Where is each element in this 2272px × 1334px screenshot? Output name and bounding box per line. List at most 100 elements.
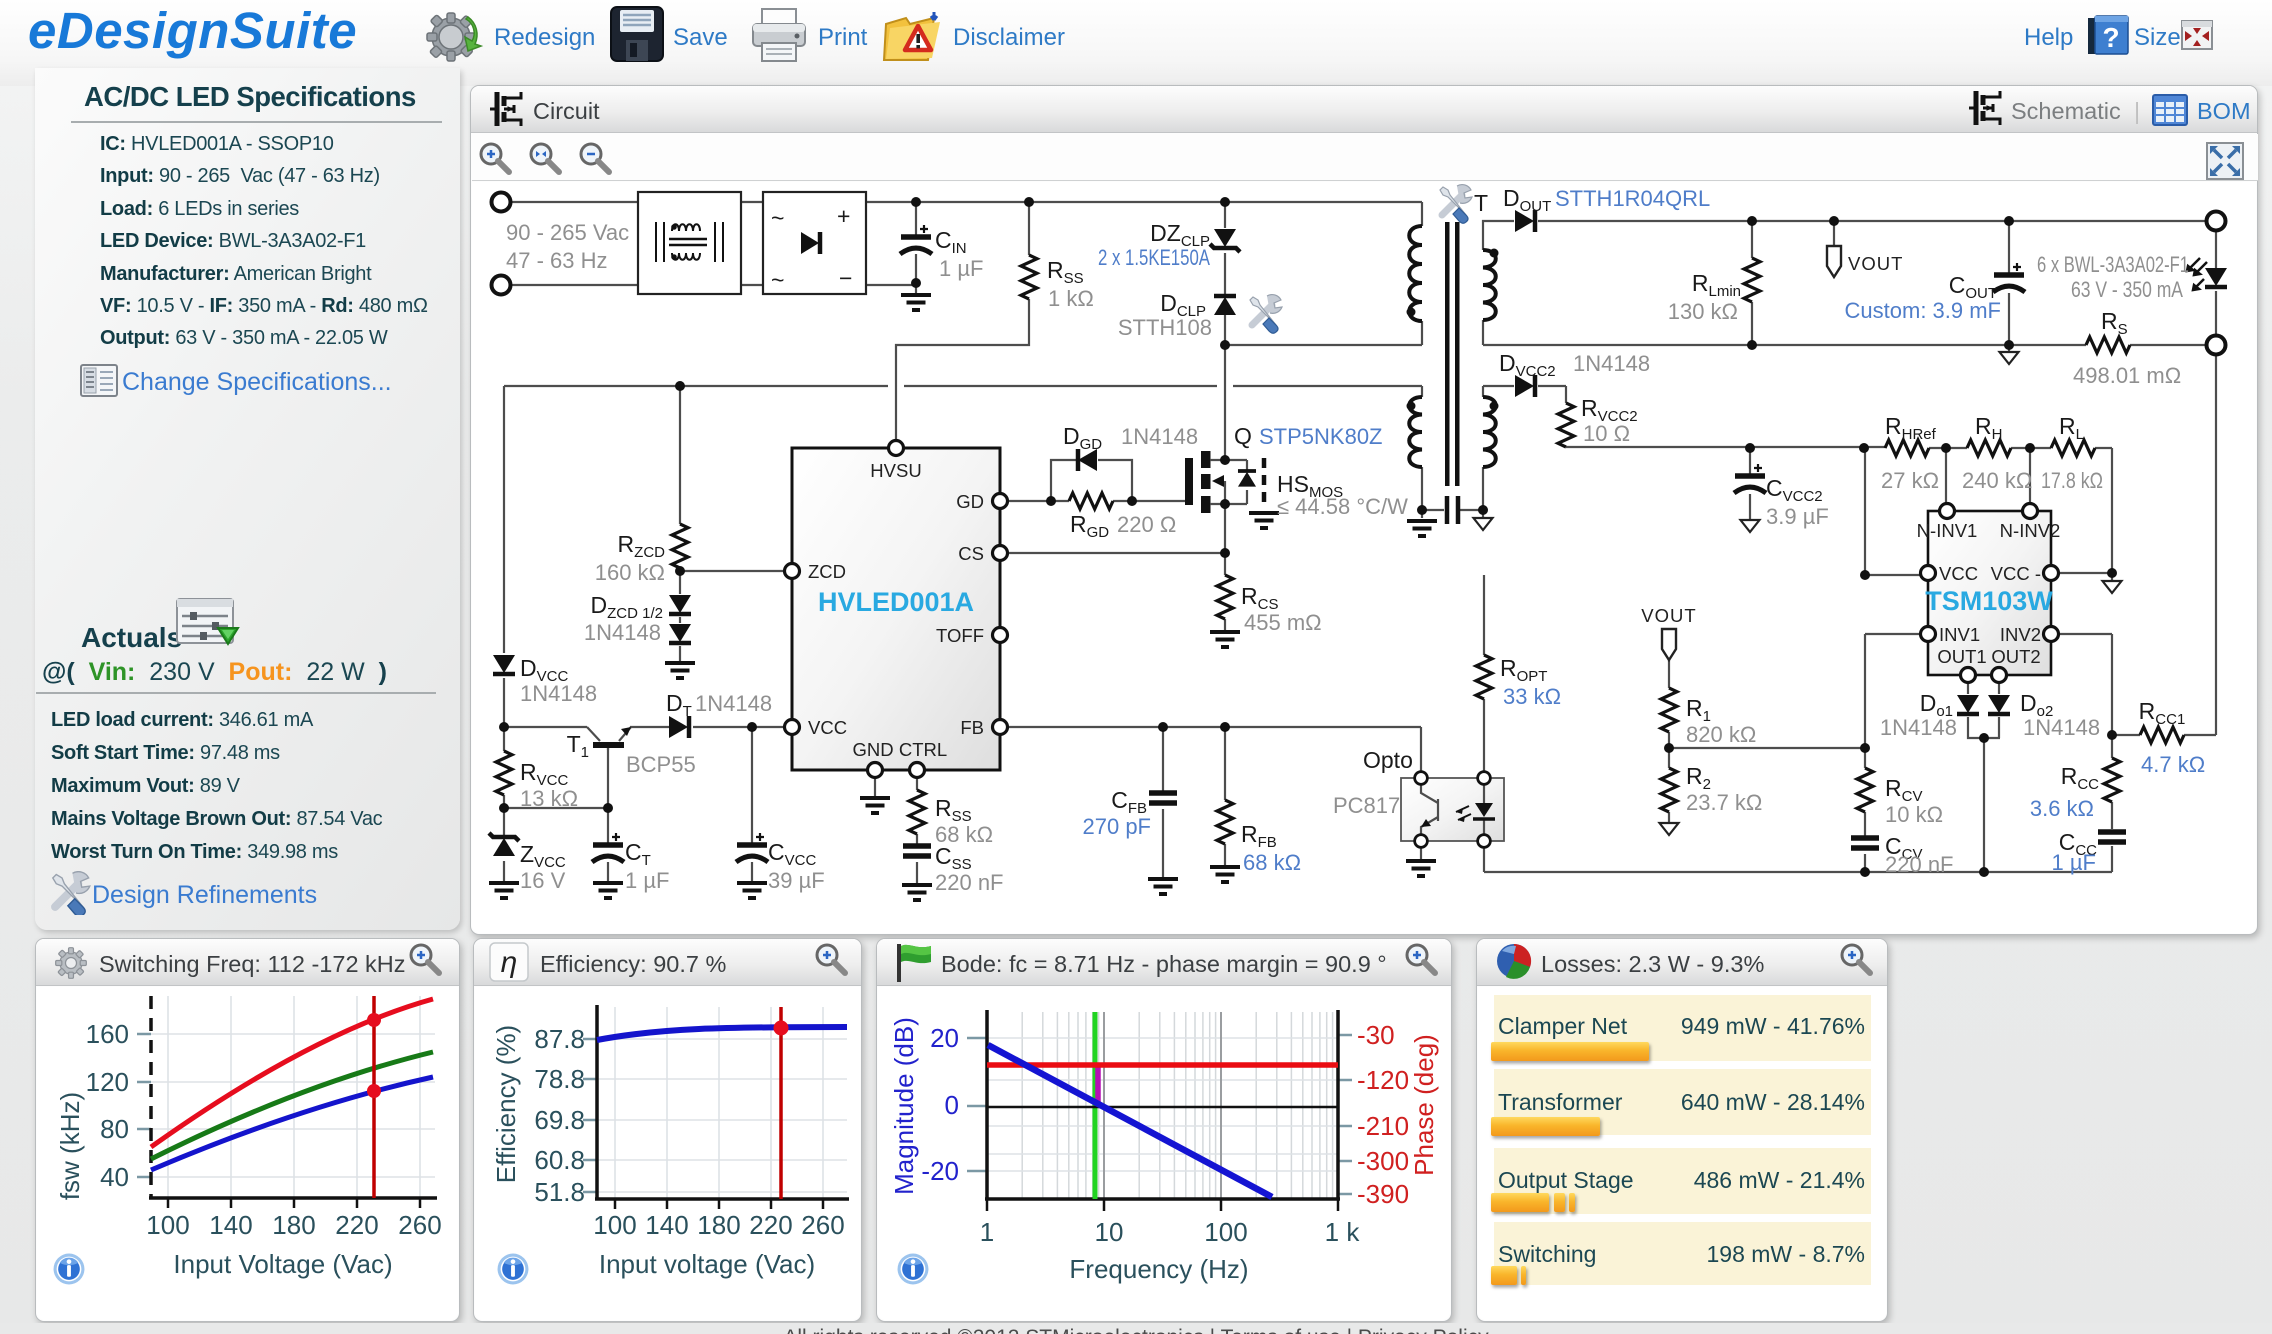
- svg-text:Frequency (Hz): Frequency (Hz): [1069, 1254, 1248, 1284]
- svg-text:OUT2: OUT2: [1991, 646, 2040, 667]
- svg-text:STP5NK80Z: STP5NK80Z: [1259, 424, 1383, 449]
- svg-text:VOUT: VOUT: [1641, 605, 1696, 626]
- svg-text:R1: R1: [1686, 695, 1711, 725]
- svg-text:CFB: CFB: [1111, 787, 1147, 817]
- svg-text:260: 260: [801, 1210, 844, 1240]
- svg-text:RCC1: RCC1: [2139, 698, 2186, 728]
- svg-text:4.7 kΩ: 4.7 kΩ: [2141, 752, 2205, 777]
- svg-text:1N4148: 1N4148: [520, 681, 597, 706]
- svg-text:1 µF: 1 µF: [625, 868, 669, 893]
- svg-text:ZCD: ZCD: [808, 561, 846, 582]
- svg-text:DVCC2: DVCC2: [1499, 350, 1556, 380]
- svg-text:Q: Q: [1234, 423, 1252, 449]
- svg-text:Custom: 3.9 mF: Custom: 3.9 mF: [1845, 298, 2001, 323]
- svg-text:CVCC: CVCC: [768, 839, 816, 869]
- svg-text:DT: DT: [666, 690, 692, 720]
- svg-text:RGD: RGD: [1070, 511, 1109, 541]
- svg-text:180: 180: [697, 1210, 740, 1240]
- svg-text:69.8: 69.8: [534, 1105, 585, 1135]
- svg-text:DGD: DGD: [1063, 423, 1102, 453]
- svg-text:180: 180: [272, 1210, 315, 1240]
- svg-text:HVSU: HVSU: [870, 460, 921, 481]
- svg-text:140: 140: [209, 1210, 252, 1240]
- svg-text:10 Ω: 10 Ω: [1583, 421, 1630, 446]
- svg-text:23.7 kΩ: 23.7 kΩ: [1686, 790, 1762, 815]
- svg-text:130 kΩ: 130 kΩ: [1668, 299, 1738, 324]
- svg-text:0: 0: [945, 1090, 959, 1120]
- svg-text:VCC: VCC: [808, 717, 847, 738]
- svg-text:ZVCC: ZVCC: [520, 841, 566, 871]
- svg-text:1 µF: 1 µF: [2052, 850, 2096, 875]
- svg-text:1: 1: [980, 1217, 994, 1247]
- svg-text:87.8: 87.8: [534, 1024, 585, 1054]
- svg-text:CSS: CSS: [935, 843, 972, 873]
- svg-text:RS: RS: [2101, 308, 2128, 338]
- svg-text:RHRef: RHRef: [1885, 413, 1937, 443]
- svg-text:120: 120: [86, 1067, 129, 1097]
- svg-text:INV1: INV1: [1939, 624, 1980, 645]
- svg-text:Magnitude (dB): Magnitude (dB): [889, 1017, 919, 1195]
- svg-text:N-INV1: N-INV1: [1917, 520, 1978, 541]
- svg-text:16 V: 16 V: [520, 868, 566, 893]
- svg-text:820 kΩ: 820 kΩ: [1686, 722, 1756, 747]
- svg-text:220: 220: [335, 1210, 378, 1240]
- svg-text:RSS: RSS: [1047, 257, 1084, 287]
- svg-text:DZCD 1/2: DZCD 1/2: [591, 592, 663, 622]
- svg-text:220 Ω: 220 Ω: [1117, 512, 1176, 537]
- svg-text:3.6 kΩ: 3.6 kΩ: [2030, 796, 2094, 821]
- svg-text:33 kΩ: 33 kΩ: [1503, 684, 1561, 709]
- svg-text:N-INV2: N-INV2: [2000, 520, 2061, 541]
- svg-text:RFB: RFB: [1241, 821, 1277, 851]
- svg-text:−: −: [839, 265, 852, 291]
- svg-text:Efficiency (%): Efficiency (%): [491, 1025, 521, 1183]
- svg-text:160: 160: [86, 1019, 129, 1049]
- svg-text:220: 220: [749, 1210, 792, 1240]
- svg-text:≤ 44.58 °C/W: ≤ 44.58 °C/W: [1277, 494, 1408, 519]
- svg-text:40: 40: [100, 1162, 129, 1192]
- svg-text:Input Voltage (Vac): Input Voltage (Vac): [173, 1249, 392, 1279]
- svg-text:100: 100: [593, 1210, 636, 1240]
- svg-text:RLmin: RLmin: [1692, 270, 1741, 300]
- svg-text:HVLED001A: HVLED001A: [818, 587, 974, 617]
- svg-text:STTH108: STTH108: [1118, 315, 1212, 340]
- svg-text:140: 140: [645, 1210, 688, 1240]
- svg-text:~: ~: [771, 267, 784, 293]
- svg-text:220 nF: 220 nF: [935, 870, 1004, 895]
- svg-text:VCC -: VCC -: [1991, 563, 2041, 584]
- svg-text:fsw (kHz): fsw (kHz): [55, 1092, 85, 1200]
- svg-text:Input voltage (Vac): Input voltage (Vac): [599, 1249, 815, 1279]
- svg-text:CVCC2: CVCC2: [1766, 475, 1823, 505]
- svg-text:OUT1: OUT1: [1937, 646, 1986, 667]
- svg-text:47 - 63 Hz: 47 - 63 Hz: [506, 248, 608, 273]
- svg-text:CIN: CIN: [935, 227, 967, 257]
- svg-text:10: 10: [1095, 1217, 1124, 1247]
- svg-text:PC817: PC817: [1333, 793, 1400, 818]
- svg-text:270 pF: 270 pF: [1083, 814, 1152, 839]
- svg-text:100: 100: [1204, 1217, 1247, 1247]
- svg-text:-120: -120: [1357, 1065, 1409, 1095]
- svg-text:60.8: 60.8: [534, 1145, 585, 1175]
- svg-text:TSM103W: TSM103W: [1925, 586, 2053, 616]
- svg-text:VOUT: VOUT: [1848, 253, 1903, 274]
- svg-text:90 - 265 Vac: 90 - 265 Vac: [506, 220, 629, 245]
- svg-text:DOUT: DOUT: [1503, 185, 1551, 215]
- svg-text:1 µF: 1 µF: [939, 256, 983, 281]
- svg-text:39 µF: 39 µF: [768, 868, 825, 893]
- svg-text:1N4148: 1N4148: [1573, 351, 1650, 376]
- svg-text:-30: -30: [1357, 1020, 1395, 1050]
- svg-text:1N4148: 1N4148: [2023, 715, 2100, 740]
- svg-text:80: 80: [100, 1114, 129, 1144]
- svg-text:6 x BWL-3A3A02-F1: 6 x BWL-3A3A02-F1: [2037, 252, 2189, 277]
- svg-text:STTH1R04QRL: STTH1R04QRL: [1555, 186, 1710, 211]
- svg-text:T: T: [1474, 190, 1488, 216]
- svg-text:1N4148: 1N4148: [1121, 424, 1198, 449]
- svg-text:RH: RH: [1975, 413, 2002, 443]
- svg-text:RSS: RSS: [935, 795, 972, 825]
- svg-text:160 kΩ: 160 kΩ: [595, 560, 665, 585]
- svg-text:FB: FB: [960, 717, 984, 738]
- svg-text:CS: CS: [958, 543, 984, 564]
- svg-text:η: η: [501, 946, 518, 979]
- svg-text:455 mΩ: 455 mΩ: [1244, 610, 1322, 635]
- svg-text:1 k: 1 k: [1325, 1217, 1361, 1247]
- svg-text:-390: -390: [1357, 1179, 1409, 1209]
